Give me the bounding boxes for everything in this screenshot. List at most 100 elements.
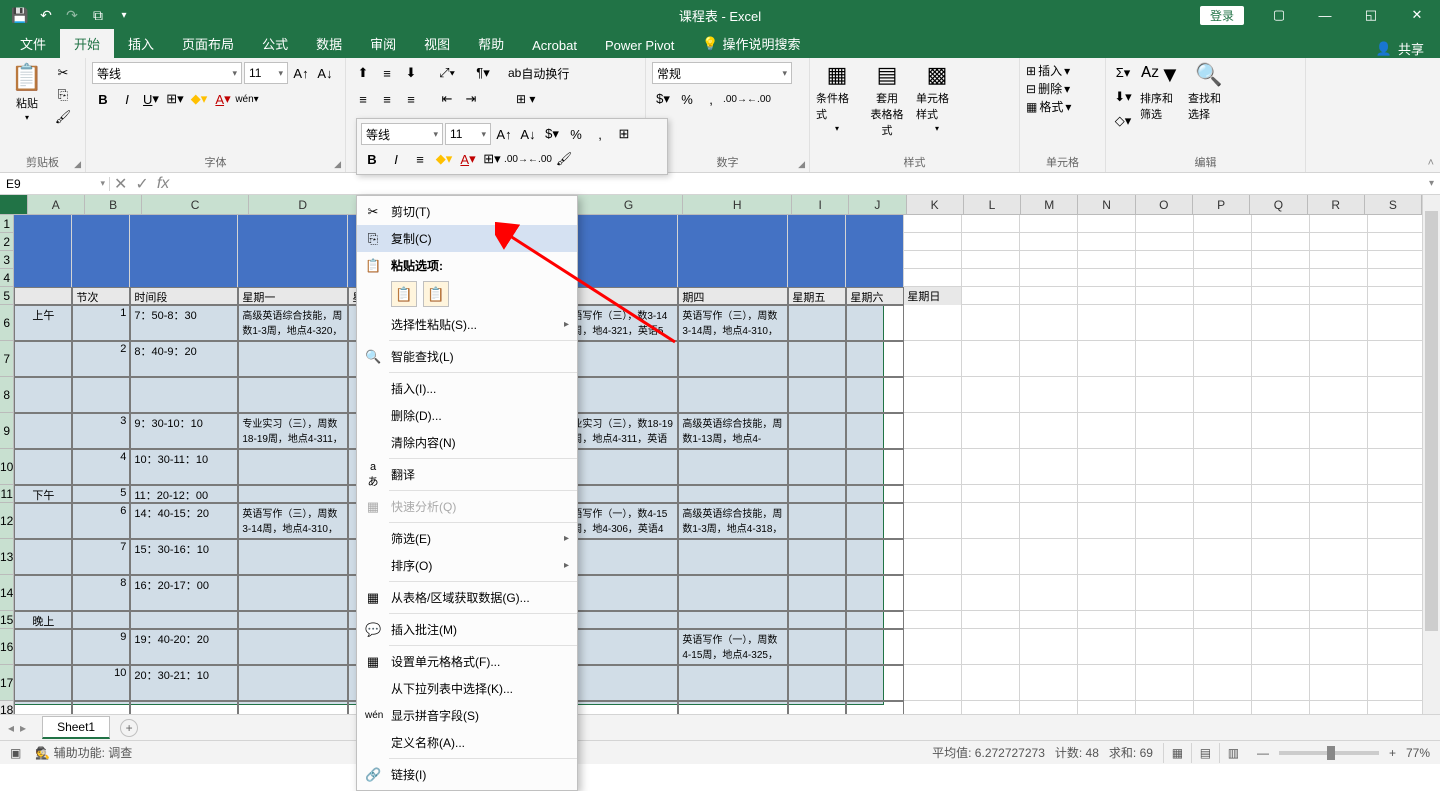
cell[interactable] [1310, 665, 1368, 701]
cell[interactable] [1368, 341, 1422, 377]
cell[interactable] [1020, 305, 1078, 341]
cell[interactable] [846, 233, 904, 251]
comma-icon[interactable]: , [700, 88, 722, 110]
cell[interactable]: 语写作（三），数3-14周，地4-321，英语5班，32人（1-节 [568, 305, 678, 341]
mini-border-icon[interactable]: ⊞▾ [481, 148, 503, 170]
enter-formula-icon[interactable]: ✓ [135, 174, 148, 194]
cell[interactable] [1310, 503, 1368, 539]
cell[interactable] [962, 449, 1020, 485]
cell[interactable]: 高级英语综合技能，周数1-3周，地点4-318，英语152班，33人（6-7）节 [678, 503, 788, 539]
cell[interactable] [962, 305, 1020, 341]
cell[interactable] [1194, 701, 1252, 714]
conditional-format-button[interactable]: ▦条件格式▾ [816, 62, 858, 133]
font-name-combo[interactable]: 等线▾ [92, 62, 242, 84]
cell[interactable] [1194, 629, 1252, 665]
row-header-10[interactable]: 10 [0, 449, 14, 485]
cell[interactable] [1368, 701, 1422, 714]
cell[interactable] [1310, 215, 1368, 233]
cell[interactable] [1368, 305, 1422, 341]
cell[interactable] [962, 377, 1020, 413]
align-middle-icon[interactable]: ≡ [376, 62, 398, 84]
cell[interactable] [72, 701, 130, 714]
cell[interactable] [904, 629, 962, 665]
col-header-H[interactable]: H [683, 195, 792, 214]
cell[interactable] [962, 701, 1020, 714]
cell[interactable] [1310, 629, 1368, 665]
cell[interactable] [1078, 503, 1136, 539]
cell[interactable]: 英语写作（一），周数4-15周，地点4-325，英语183班，38人（6-8）节 [678, 629, 788, 665]
cell[interactable] [238, 575, 348, 611]
cell[interactable] [1020, 629, 1078, 665]
delete-cell-button[interactable]: ⊟删除 ▾ [1026, 80, 1099, 97]
cell[interactable] [14, 377, 72, 413]
cell[interactable] [1020, 449, 1078, 485]
cell[interactable] [14, 287, 72, 305]
cell[interactable] [846, 449, 904, 485]
cell[interactable] [1020, 341, 1078, 377]
cell[interactable] [678, 251, 788, 269]
cell[interactable] [678, 377, 788, 413]
cell[interactable] [1310, 413, 1368, 449]
number-format-combo[interactable]: 常规▾ [652, 62, 792, 84]
cell[interactable] [130, 701, 238, 714]
cm-smart-lookup[interactable]: 🔍智能查找(L) [357, 343, 577, 370]
cell[interactable] [1252, 611, 1310, 629]
mini-font-combo[interactable]: 等线▾ [361, 123, 443, 145]
cell[interactable] [568, 701, 678, 714]
tab-help[interactable]: 帮助 [464, 29, 518, 58]
cell[interactable] [238, 449, 348, 485]
cell[interactable] [72, 233, 130, 251]
cell[interactable] [846, 701, 904, 714]
cell[interactable] [238, 233, 348, 251]
cell[interactable] [1194, 539, 1252, 575]
cell[interactable] [1020, 287, 1078, 305]
name-box[interactable]: E9▾ [0, 177, 110, 191]
cell[interactable] [1368, 287, 1422, 305]
cell[interactable] [1136, 251, 1194, 269]
cell[interactable] [1194, 413, 1252, 449]
cell[interactable] [14, 629, 72, 665]
copy-icon[interactable]: ⎘ [52, 84, 74, 106]
col-header-O[interactable]: O [1136, 195, 1193, 214]
cell[interactable]: 14：40-15：20 [130, 503, 238, 539]
qat-dropdown-icon[interactable]: ▾ [112, 3, 136, 27]
cell[interactable] [238, 377, 348, 413]
cell[interactable]: 期四 [678, 287, 788, 305]
cell[interactable] [14, 269, 72, 287]
cell[interactable]: 4 [72, 449, 130, 485]
cell[interactable]: 19：40-20：20 [130, 629, 238, 665]
cm-paste-special[interactable]: 选择性粘贴(S)...▸ [357, 311, 577, 338]
grow-font-icon[interactable]: A↑ [290, 62, 312, 84]
cell[interactable] [962, 269, 1020, 287]
cell[interactable] [678, 269, 788, 287]
ribbon-options-icon[interactable]: ▢ [1256, 0, 1302, 30]
align-left-icon[interactable]: ≡ [352, 88, 374, 110]
cell[interactable] [1310, 701, 1368, 714]
cell[interactable] [130, 215, 238, 233]
merge-button[interactable]: ⊞ ▾ [516, 88, 535, 110]
cell[interactable] [1310, 233, 1368, 251]
tab-review[interactable]: 审阅 [356, 29, 410, 58]
cell[interactable]: 7：50-8：30 [130, 305, 238, 341]
cell[interactable] [1020, 575, 1078, 611]
cell[interactable] [1368, 269, 1422, 287]
cell[interactable]: 星期一 [238, 287, 348, 305]
cell[interactable] [14, 503, 72, 539]
cell[interactable] [788, 665, 846, 701]
cell[interactable] [1020, 251, 1078, 269]
cell[interactable] [1310, 485, 1368, 503]
tab-formulas[interactable]: 公式 [248, 29, 302, 58]
cell[interactable] [568, 665, 678, 701]
cell[interactable] [1310, 377, 1368, 413]
cell[interactable] [678, 539, 788, 575]
cell[interactable] [130, 269, 238, 287]
cell[interactable] [1136, 665, 1194, 701]
cell[interactable] [1136, 287, 1194, 305]
cell[interactable] [1252, 287, 1310, 305]
cell[interactable] [1020, 269, 1078, 287]
cell[interactable] [1252, 251, 1310, 269]
cell[interactable] [846, 629, 904, 665]
cell[interactable] [1136, 575, 1194, 611]
cell[interactable] [1194, 341, 1252, 377]
cell[interactable]: 11：20-12：00 [130, 485, 238, 503]
